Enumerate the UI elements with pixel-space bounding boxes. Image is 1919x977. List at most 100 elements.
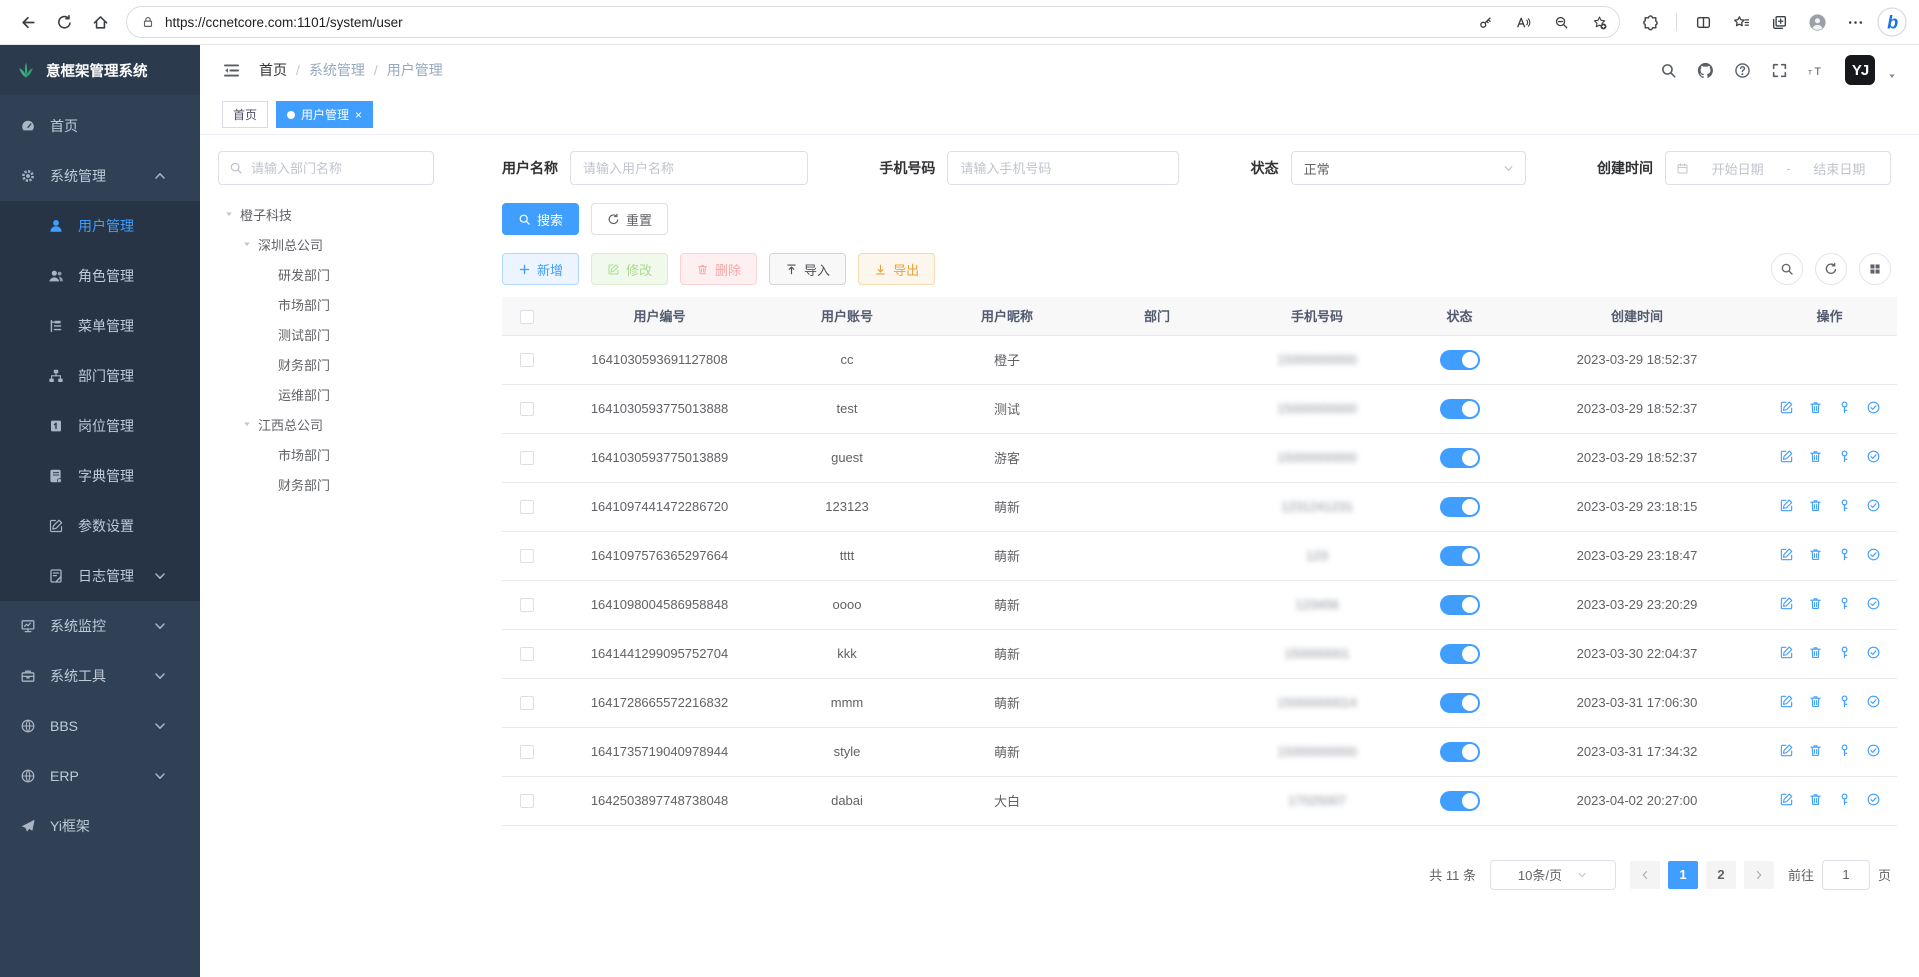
status-toggle[interactable] <box>1440 399 1480 419</box>
favorites-icon[interactable] <box>1725 6 1757 38</box>
row-checkbox[interactable] <box>520 451 534 465</box>
row-delete-icon[interactable] <box>1808 400 1823 415</box>
tree-caret-icon[interactable] <box>242 419 252 429</box>
row-reset-password-icon[interactable] <box>1837 449 1852 464</box>
row-checkbox[interactable] <box>520 500 534 514</box>
row-reset-password-icon[interactable] <box>1837 694 1852 709</box>
sidebar-item-bbs[interactable]: BBS <box>0 701 200 751</box>
export-button[interactable]: 导出 <box>858 253 935 285</box>
row-reset-password-icon[interactable] <box>1837 596 1852 611</box>
next-page-icon[interactable] <box>1744 861 1774 889</box>
row-checkbox[interactable] <box>520 549 534 563</box>
app-logo[interactable]: 意框架管理系统 <box>0 45 200 95</box>
row-delete-icon[interactable] <box>1808 449 1823 464</box>
breadcrumb-item[interactable]: 首页 <box>259 60 287 80</box>
help-icon[interactable] <box>1734 62 1751 79</box>
reset-button[interactable]: 重置 <box>591 203 668 235</box>
tree-node[interactable]: 江西总公司 <box>218 409 434 439</box>
zoom-out-icon[interactable] <box>1547 8 1575 36</box>
row-delete-icon[interactable] <box>1808 547 1823 562</box>
sidebar-item-log[interactable]: 日志管理 <box>0 551 200 601</box>
row-edit-icon[interactable] <box>1779 498 1794 513</box>
url-text[interactable]: https://ccnetcore.com:1101/system/user <box>165 15 1461 30</box>
tree-node[interactable]: 市场部门 <box>218 439 434 469</box>
tree-node[interactable]: 研发部门 <box>218 259 434 289</box>
row-reset-password-icon[interactable] <box>1837 400 1852 415</box>
page-number-2[interactable]: 2 <box>1706 861 1736 889</box>
fullscreen-icon[interactable] <box>1771 62 1788 79</box>
row-assign-role-icon[interactable] <box>1866 792 1881 807</box>
more-menu-icon[interactable] <box>1839 6 1871 38</box>
sidebar-item-post[interactable]: 岗位管理 <box>0 401 200 451</box>
sidebar-item-yiframe[interactable]: Yi框架 <box>0 801 200 851</box>
tree-node[interactable]: 运维部门 <box>218 379 434 409</box>
goto-page-input[interactable] <box>1822 860 1870 890</box>
favorite-add-icon[interactable] <box>1585 8 1613 36</box>
show-search-icon[interactable] <box>1771 253 1803 285</box>
row-assign-role-icon[interactable] <box>1866 400 1881 415</box>
sidebar-item-role[interactable]: 角色管理 <box>0 251 200 301</box>
tree-node[interactable]: 市场部门 <box>218 289 434 319</box>
date-range-picker[interactable]: 开始日期 - 结束日期 <box>1665 151 1891 185</box>
row-edit-icon[interactable] <box>1779 596 1794 611</box>
profile-avatar-icon[interactable] <box>1801 6 1833 38</box>
status-toggle[interactable] <box>1440 497 1480 517</box>
page-number-1[interactable]: 1 <box>1668 861 1698 889</box>
row-delete-icon[interactable] <box>1808 498 1823 513</box>
row-checkbox[interactable] <box>520 353 534 367</box>
password-key-icon[interactable] <box>1471 8 1499 36</box>
modify-button[interactable]: 修改 <box>591 253 668 285</box>
import-button[interactable]: 导入 <box>769 253 846 285</box>
row-assign-role-icon[interactable] <box>1866 498 1881 513</box>
sidebar-item-system[interactable]: 系统管理 <box>0 151 200 201</box>
row-delete-icon[interactable] <box>1808 694 1823 709</box>
refresh-icon[interactable] <box>48 6 80 38</box>
sidebar-item-monitor[interactable]: 系统监控 <box>0 601 200 651</box>
status-toggle[interactable] <box>1440 595 1480 615</box>
sidebar-item-tools[interactable]: 系统工具 <box>0 651 200 701</box>
status-toggle[interactable] <box>1440 742 1480 762</box>
tree-node[interactable]: 测试部门 <box>218 319 434 349</box>
status-toggle[interactable] <box>1440 448 1480 468</box>
sidebar-item-home[interactable]: 首页 <box>0 101 200 151</box>
sidebar-item-dict[interactable]: 字典管理 <box>0 451 200 501</box>
row-checkbox[interactable] <box>520 745 534 759</box>
search-button[interactable]: 搜索 <box>502 203 579 235</box>
user-menu-caret-icon[interactable] <box>1887 71 1897 85</box>
row-delete-icon[interactable] <box>1808 645 1823 660</box>
row-checkbox[interactable] <box>520 598 534 612</box>
row-edit-icon[interactable] <box>1779 645 1794 660</box>
row-edit-icon[interactable] <box>1779 743 1794 758</box>
tree-node[interactable]: 财务部门 <box>218 469 434 499</box>
row-reset-password-icon[interactable] <box>1837 792 1852 807</box>
page-size-select[interactable]: 10条/页 <box>1490 860 1616 890</box>
extensions-icon[interactable] <box>1634 6 1666 38</box>
read-aloud-icon[interactable] <box>1509 8 1537 36</box>
column-settings-icon[interactable] <box>1859 253 1891 285</box>
row-delete-icon[interactable] <box>1808 743 1823 758</box>
row-assign-role-icon[interactable] <box>1866 449 1881 464</box>
row-assign-role-icon[interactable] <box>1866 596 1881 611</box>
phone-input[interactable] <box>947 151 1179 185</box>
tree-node[interactable]: 深圳总公司 <box>218 229 434 259</box>
sidebar-item-param[interactable]: 参数设置 <box>0 501 200 551</box>
row-reset-password-icon[interactable] <box>1837 547 1852 562</box>
row-reset-password-icon[interactable] <box>1837 645 1852 660</box>
status-toggle[interactable] <box>1440 546 1480 566</box>
status-toggle[interactable] <box>1440 791 1480 811</box>
address-bar[interactable]: https://ccnetcore.com:1101/system/user <box>126 6 1620 38</box>
font-size-icon[interactable]: тT <box>1808 62 1825 79</box>
row-edit-icon[interactable] <box>1779 449 1794 464</box>
dept-search-box[interactable] <box>218 151 434 185</box>
sidebar-item-erp[interactable]: ERP <box>0 751 200 801</box>
row-reset-password-icon[interactable] <box>1837 743 1852 758</box>
row-edit-icon[interactable] <box>1779 792 1794 807</box>
sidebar-toggle-icon[interactable] <box>222 61 241 80</box>
add-button[interactable]: 新增 <box>502 253 579 285</box>
row-checkbox[interactable] <box>520 794 534 808</box>
row-assign-role-icon[interactable] <box>1866 547 1881 562</box>
copilot-icon[interactable]: b <box>1877 7 1907 37</box>
tag-tab-home[interactable]: 首页 <box>222 101 268 128</box>
status-select[interactable]: 正常 <box>1291 151 1526 185</box>
tag-tab-active[interactable]: 用户管理 × <box>276 101 373 128</box>
